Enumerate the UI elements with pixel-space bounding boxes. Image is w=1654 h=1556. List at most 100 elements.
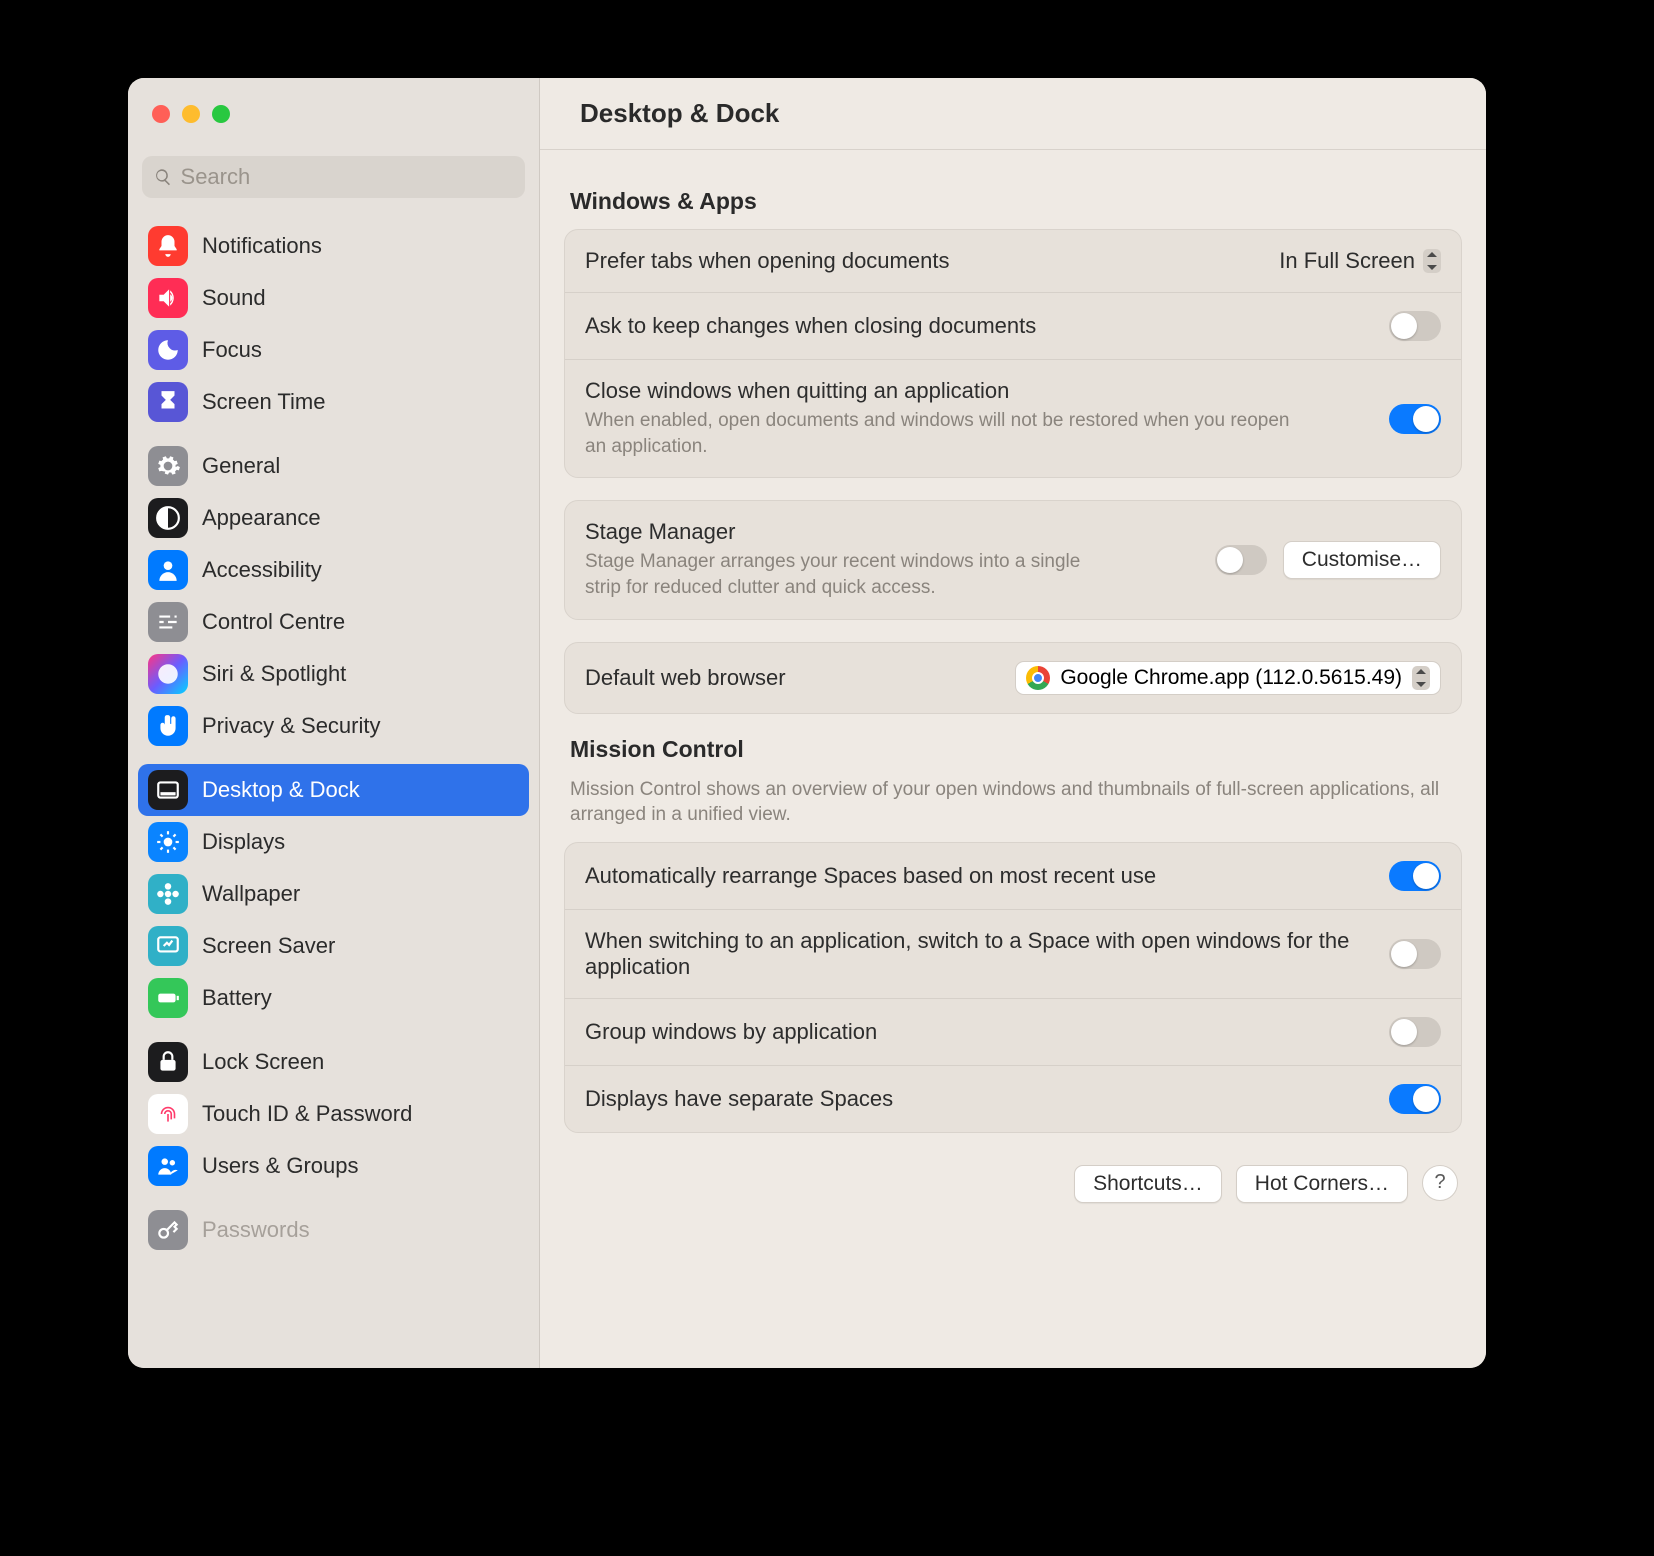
row-group-windows: Group windows by application [565,998,1461,1065]
sidebar-item-focus[interactable]: Focus [138,324,529,376]
lock-icon [148,1042,188,1082]
page-title: Desktop & Dock [580,98,779,129]
search-icon [154,167,173,187]
system-settings-window: Notifications Sound Focus Screen Time Genera… [128,78,1486,1368]
sidebar-item-battery[interactable]: Battery [138,972,529,1024]
stage-manager-card: Stage Manager Stage Manager arranges you… [564,500,1462,619]
sidebar: Notifications Sound Focus Screen Time Genera… [128,78,540,1368]
sidebar-item-label: Desktop & Dock [202,777,360,803]
section-mission-control-title: Mission Control [570,736,1456,763]
sidebar-item-label: Appearance [202,505,321,531]
content-header: Desktop & Dock [540,78,1486,150]
sidebar-item-label: Sound [202,285,266,311]
windows-apps-card: Prefer tabs when opening documents In Fu… [564,229,1462,478]
sidebar-item-passwords[interactable]: Passwords [138,1204,529,1256]
window-controls [128,78,539,150]
default-browser-label: Default web browser [585,665,999,691]
hot-corners-button[interactable]: Hot Corners… [1236,1165,1408,1203]
separate-spaces-label: Displays have separate Spaces [585,1086,1373,1112]
search-input[interactable] [181,164,513,190]
close-windows-label: Close windows when quitting an applicati… [585,378,1373,404]
close-windows-desc: When enabled, open documents and windows… [585,408,1305,459]
sidebar-item-screen-saver[interactable]: Screen Saver [138,920,529,972]
sidebar-item-sound[interactable]: Sound [138,272,529,324]
sidebar-item-touch-id-password[interactable]: Touch ID & Password [138,1088,529,1140]
sidebar-item-desktop-dock[interactable]: Desktop & Dock [138,764,529,816]
hand-icon [148,706,188,746]
sidebar-item-accessibility[interactable]: Accessibility [138,544,529,596]
battery-icon [148,978,188,1018]
gear-icon [148,446,188,486]
stepper-icon [1412,666,1430,690]
person-icon [148,550,188,590]
row-prefer-tabs: Prefer tabs when opening documents In Fu… [565,230,1461,292]
contrast-icon [148,498,188,538]
row-stage-manager: Stage Manager Stage Manager arranges you… [565,501,1461,618]
siri-icon [148,654,188,694]
screensaver-icon [148,926,188,966]
group-windows-toggle[interactable] [1389,1017,1441,1047]
help-button[interactable]: ? [1422,1165,1458,1201]
mission-control-card: Automatically rearrange Spaces based on … [564,842,1462,1133]
row-default-browser: Default web browser Google Chrome.app (1… [565,643,1461,713]
sidebar-item-label: Notifications [202,233,322,259]
sidebar-item-label: Users & Groups [202,1153,359,1179]
sun-icon [148,822,188,862]
switch-space-toggle[interactable] [1389,939,1441,969]
sidebar-item-label: Accessibility [202,557,322,583]
sidebar-item-privacy-security[interactable]: Privacy & Security [138,700,529,752]
section-mission-control-desc: Mission Control shows an overview of you… [570,777,1456,828]
sidebar-item-general[interactable]: General [138,440,529,492]
fingerprint-icon [148,1094,188,1134]
prefer-tabs-value: In Full Screen [1279,248,1415,274]
sidebar-item-notifications[interactable]: Notifications [138,220,529,272]
speaker-icon [148,278,188,318]
shortcuts-button[interactable]: Shortcuts… [1074,1165,1222,1203]
chrome-icon [1026,666,1050,690]
zoom-window-button[interactable] [212,105,230,123]
prefer-tabs-label: Prefer tabs when opening documents [585,248,1263,274]
sidebar-item-label: Battery [202,985,272,1011]
footer-buttons: Shortcuts… Hot Corners… ? [564,1155,1462,1203]
minimize-window-button[interactable] [182,105,200,123]
sidebar-list: Notifications Sound Focus Screen Time Genera… [128,208,539,1368]
sidebar-item-label: Screen Time [202,389,326,415]
sidebar-item-label: Control Centre [202,609,345,635]
close-windows-toggle[interactable] [1389,404,1441,434]
row-close-windows: Close windows when quitting an applicati… [565,359,1461,477]
stepper-icon [1423,249,1441,273]
sidebar-item-label: Lock Screen [202,1049,324,1075]
sidebar-item-label: Touch ID & Password [202,1101,412,1127]
sidebar-item-displays[interactable]: Displays [138,816,529,868]
auto-rearrange-toggle[interactable] [1389,861,1441,891]
ask-keep-toggle[interactable] [1389,311,1441,341]
sidebar-item-control-centre[interactable]: Control Centre [138,596,529,648]
default-browser-select[interactable]: Google Chrome.app (112.0.5615.49) [1015,661,1441,695]
users-icon [148,1146,188,1186]
sidebar-item-wallpaper[interactable]: Wallpaper [138,868,529,920]
row-ask-keep: Ask to keep changes when closing documen… [565,292,1461,359]
sidebar-item-siri-spotlight[interactable]: Siri & Spotlight [138,648,529,700]
separate-spaces-toggle[interactable] [1389,1084,1441,1114]
sidebar-item-lock-screen[interactable]: Lock Screen [138,1036,529,1088]
hourglass-icon [148,382,188,422]
sidebar-item-label: Privacy & Security [202,713,381,739]
key-icon [148,1210,188,1250]
switch-space-label: When switching to an application, switch… [585,928,1373,980]
stage-manager-desc: Stage Manager arranges your recent windo… [585,549,1105,600]
close-window-button[interactable] [152,105,170,123]
sidebar-item-users-groups[interactable]: Users & Groups [138,1140,529,1192]
stage-manager-customise-button[interactable]: Customise… [1283,541,1441,579]
content-pane: Desktop & Dock Windows & Apps Prefer tab… [540,78,1486,1368]
auto-rearrange-label: Automatically rearrange Spaces based on … [585,863,1373,889]
sidebar-item-label: Passwords [202,1217,310,1243]
stage-manager-toggle[interactable] [1215,545,1267,575]
sidebar-item-appearance[interactable]: Appearance [138,492,529,544]
sidebar-item-label: Displays [202,829,285,855]
row-switch-space: When switching to an application, switch… [565,909,1461,998]
prefer-tabs-select[interactable]: In Full Screen [1279,248,1441,274]
sidebar-item-label: Focus [202,337,262,363]
default-browser-card: Default web browser Google Chrome.app (1… [564,642,1462,714]
search-field[interactable] [142,156,525,198]
sidebar-item-screen-time[interactable]: Screen Time [138,376,529,428]
